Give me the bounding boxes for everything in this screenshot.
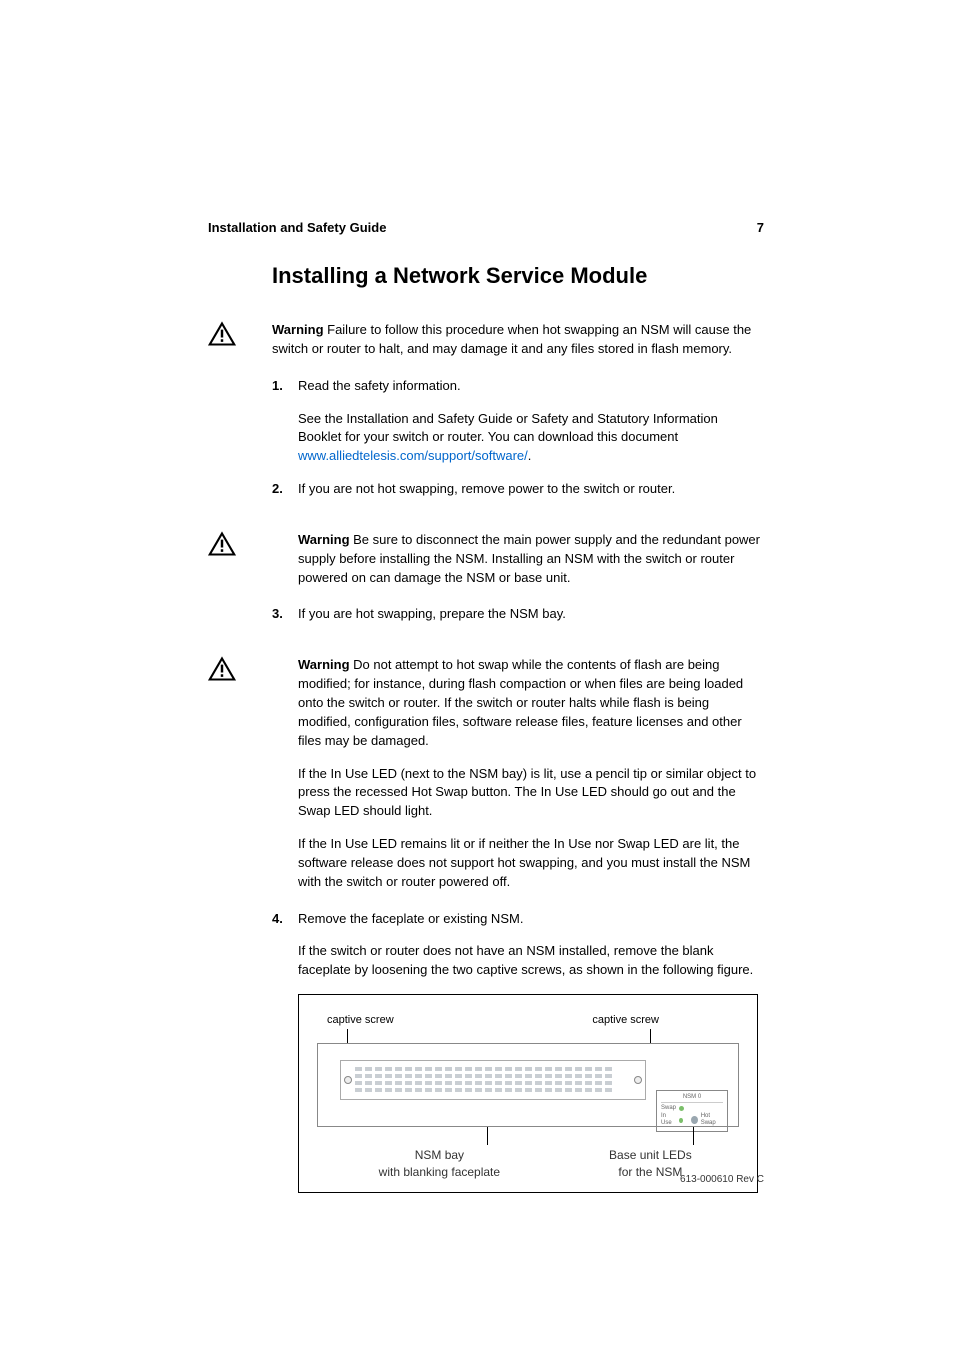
device-drawing: NSM 0 Swap In Use Hot Swap xyxy=(317,1043,739,1127)
led-inuse: In Use Hot Swap xyxy=(661,1113,723,1129)
figure-leader-top xyxy=(317,1029,739,1043)
leader-line xyxy=(347,1029,348,1043)
figure-bottom-callouts: NSM bay with blanking faceplate Base uni… xyxy=(317,1147,739,1182)
callout-nsm-bay-line1: NSM bay xyxy=(317,1147,562,1164)
step-1-para: See the Installation and Safety Guide or… xyxy=(298,410,764,467)
step-2-title: If you are not hot swapping, remove powe… xyxy=(298,480,764,499)
warning-label: Warning xyxy=(298,657,350,672)
warning-triangle-icon xyxy=(208,321,236,347)
warning-flash-text: Warning Do not attempt to hot swap while… xyxy=(272,656,764,891)
step-2-number: 2. xyxy=(272,480,298,499)
warning-intro-text: Warning Failure to follow this procedure… xyxy=(272,321,764,359)
warning-triangle-icon xyxy=(208,656,236,682)
download-link[interactable]: www.alliedtelesis.com/support/software/ xyxy=(298,448,528,463)
leader-line xyxy=(693,1127,694,1145)
led-dot-icon xyxy=(679,1106,684,1111)
step-3-para-b: If the In Use LED remains lit or if neit… xyxy=(298,835,764,892)
step-3-number: 3. xyxy=(272,605,298,624)
callout-nsm-bay-line2: with blanking faceplate xyxy=(317,1164,562,1181)
warning-power-body: Be sure to disconnect the main power sup… xyxy=(298,532,760,585)
led-dot-icon xyxy=(679,1118,683,1123)
warning-power: Warning Be sure to disconnect the main p… xyxy=(208,531,764,588)
warning-icon-col xyxy=(208,531,272,557)
warning-intro-body: Failure to follow this procedure when ho… xyxy=(272,322,751,356)
steps-body-4: 4. Remove the faceplate or existing NSM.… xyxy=(272,910,764,1193)
led-hotswap-label: Hot Swap xyxy=(701,1113,723,1129)
figure-nsm-bay: captive screw captive screw xyxy=(298,994,758,1193)
step-1-number: 1. xyxy=(272,377,298,466)
warning-label: Warning xyxy=(272,322,324,337)
leader-line xyxy=(487,1127,488,1145)
section-title: Installing a Network Service Module xyxy=(272,263,764,289)
captive-screw-left xyxy=(344,1076,352,1084)
led-inuse-label: In Use xyxy=(661,1113,676,1129)
captive-screw-right xyxy=(634,1076,642,1084)
page-number: 7 xyxy=(757,220,764,235)
led-swap-label: Swap xyxy=(661,1105,676,1113)
figure-leader-bottom xyxy=(317,1127,739,1145)
step-3-para-a: If the In Use LED (next to the NSM bay) … xyxy=(298,765,764,822)
vent-pattern xyxy=(355,1067,631,1092)
warning-flash-body: Do not attempt to hot swap while the con… xyxy=(298,657,743,747)
warning-flash: Warning Do not attempt to hot swap while… xyxy=(208,656,764,891)
warning-triangle-icon xyxy=(208,531,236,557)
step-1-tail: . xyxy=(528,448,532,463)
callout-captive-screw-right: captive screw xyxy=(592,1013,659,1029)
warning-power-text: Warning Be sure to disconnect the main p… xyxy=(272,531,764,588)
step-4-title: Remove the faceplate or existing NSM. xyxy=(298,910,764,929)
step-4-para: If the switch or router does not have an… xyxy=(298,942,764,980)
steps-block-3: 3. If you are hot swapping, prepare the … xyxy=(208,605,764,638)
procedure-list-cont2: 4. Remove the faceplate or existing NSM.… xyxy=(272,910,764,981)
led-swap: Swap xyxy=(661,1105,723,1113)
step-3-title: If you are hot swapping, prepare the NSM… xyxy=(298,605,764,624)
step-4: 4. Remove the faceplate or existing NSM.… xyxy=(272,910,764,981)
led-panel-title: NSM 0 xyxy=(661,1094,723,1103)
warning-icon-col xyxy=(208,656,272,682)
leader-line xyxy=(650,1029,651,1043)
doc-title: Installation and Safety Guide xyxy=(208,220,386,235)
led-panel: NSM 0 Swap In Use Hot Swap xyxy=(656,1090,728,1132)
footer-docid: 613-000610 Rev C xyxy=(680,1174,764,1185)
step-1-text: See the Installation and Safety Guide or… xyxy=(298,411,718,445)
steps-block-1: 1. Read the safety information. See the … xyxy=(208,377,764,513)
page-content: Installation and Safety Guide 7 Installi… xyxy=(208,220,764,1211)
blank-faceplate xyxy=(340,1060,646,1100)
step-1-title: Read the safety information. xyxy=(298,377,764,396)
step-3: 3. If you are hot swapping, prepare the … xyxy=(272,605,764,624)
steps-body-3: 3. If you are hot swapping, prepare the … xyxy=(272,605,764,638)
warning-label: Warning xyxy=(298,532,350,547)
warning-intro: Warning Failure to follow this procedure… xyxy=(208,321,764,359)
procedure-list: 1. Read the safety information. See the … xyxy=(272,377,764,499)
step-2: 2. If you are not hot swapping, remove p… xyxy=(272,480,764,499)
hot-swap-button-icon xyxy=(691,1116,698,1124)
steps-block-4: 4. Remove the faceplate or existing NSM.… xyxy=(208,910,764,1193)
step-4-number: 4. xyxy=(272,910,298,981)
figure-top-callouts: captive screw captive screw xyxy=(317,1013,739,1029)
callout-base-leds-line1: Base unit LEDs xyxy=(562,1147,739,1164)
steps-body-1: 1. Read the safety information. See the … xyxy=(272,377,764,513)
warning-icon-col xyxy=(208,321,272,347)
callout-nsm-bay: NSM bay with blanking faceplate xyxy=(317,1147,562,1182)
running-header: Installation and Safety Guide 7 xyxy=(208,220,764,235)
procedure-list-cont: 3. If you are hot swapping, prepare the … xyxy=(272,605,764,624)
callout-captive-screw-left: captive screw xyxy=(327,1013,394,1029)
step-1: 1. Read the safety information. See the … xyxy=(272,377,764,466)
